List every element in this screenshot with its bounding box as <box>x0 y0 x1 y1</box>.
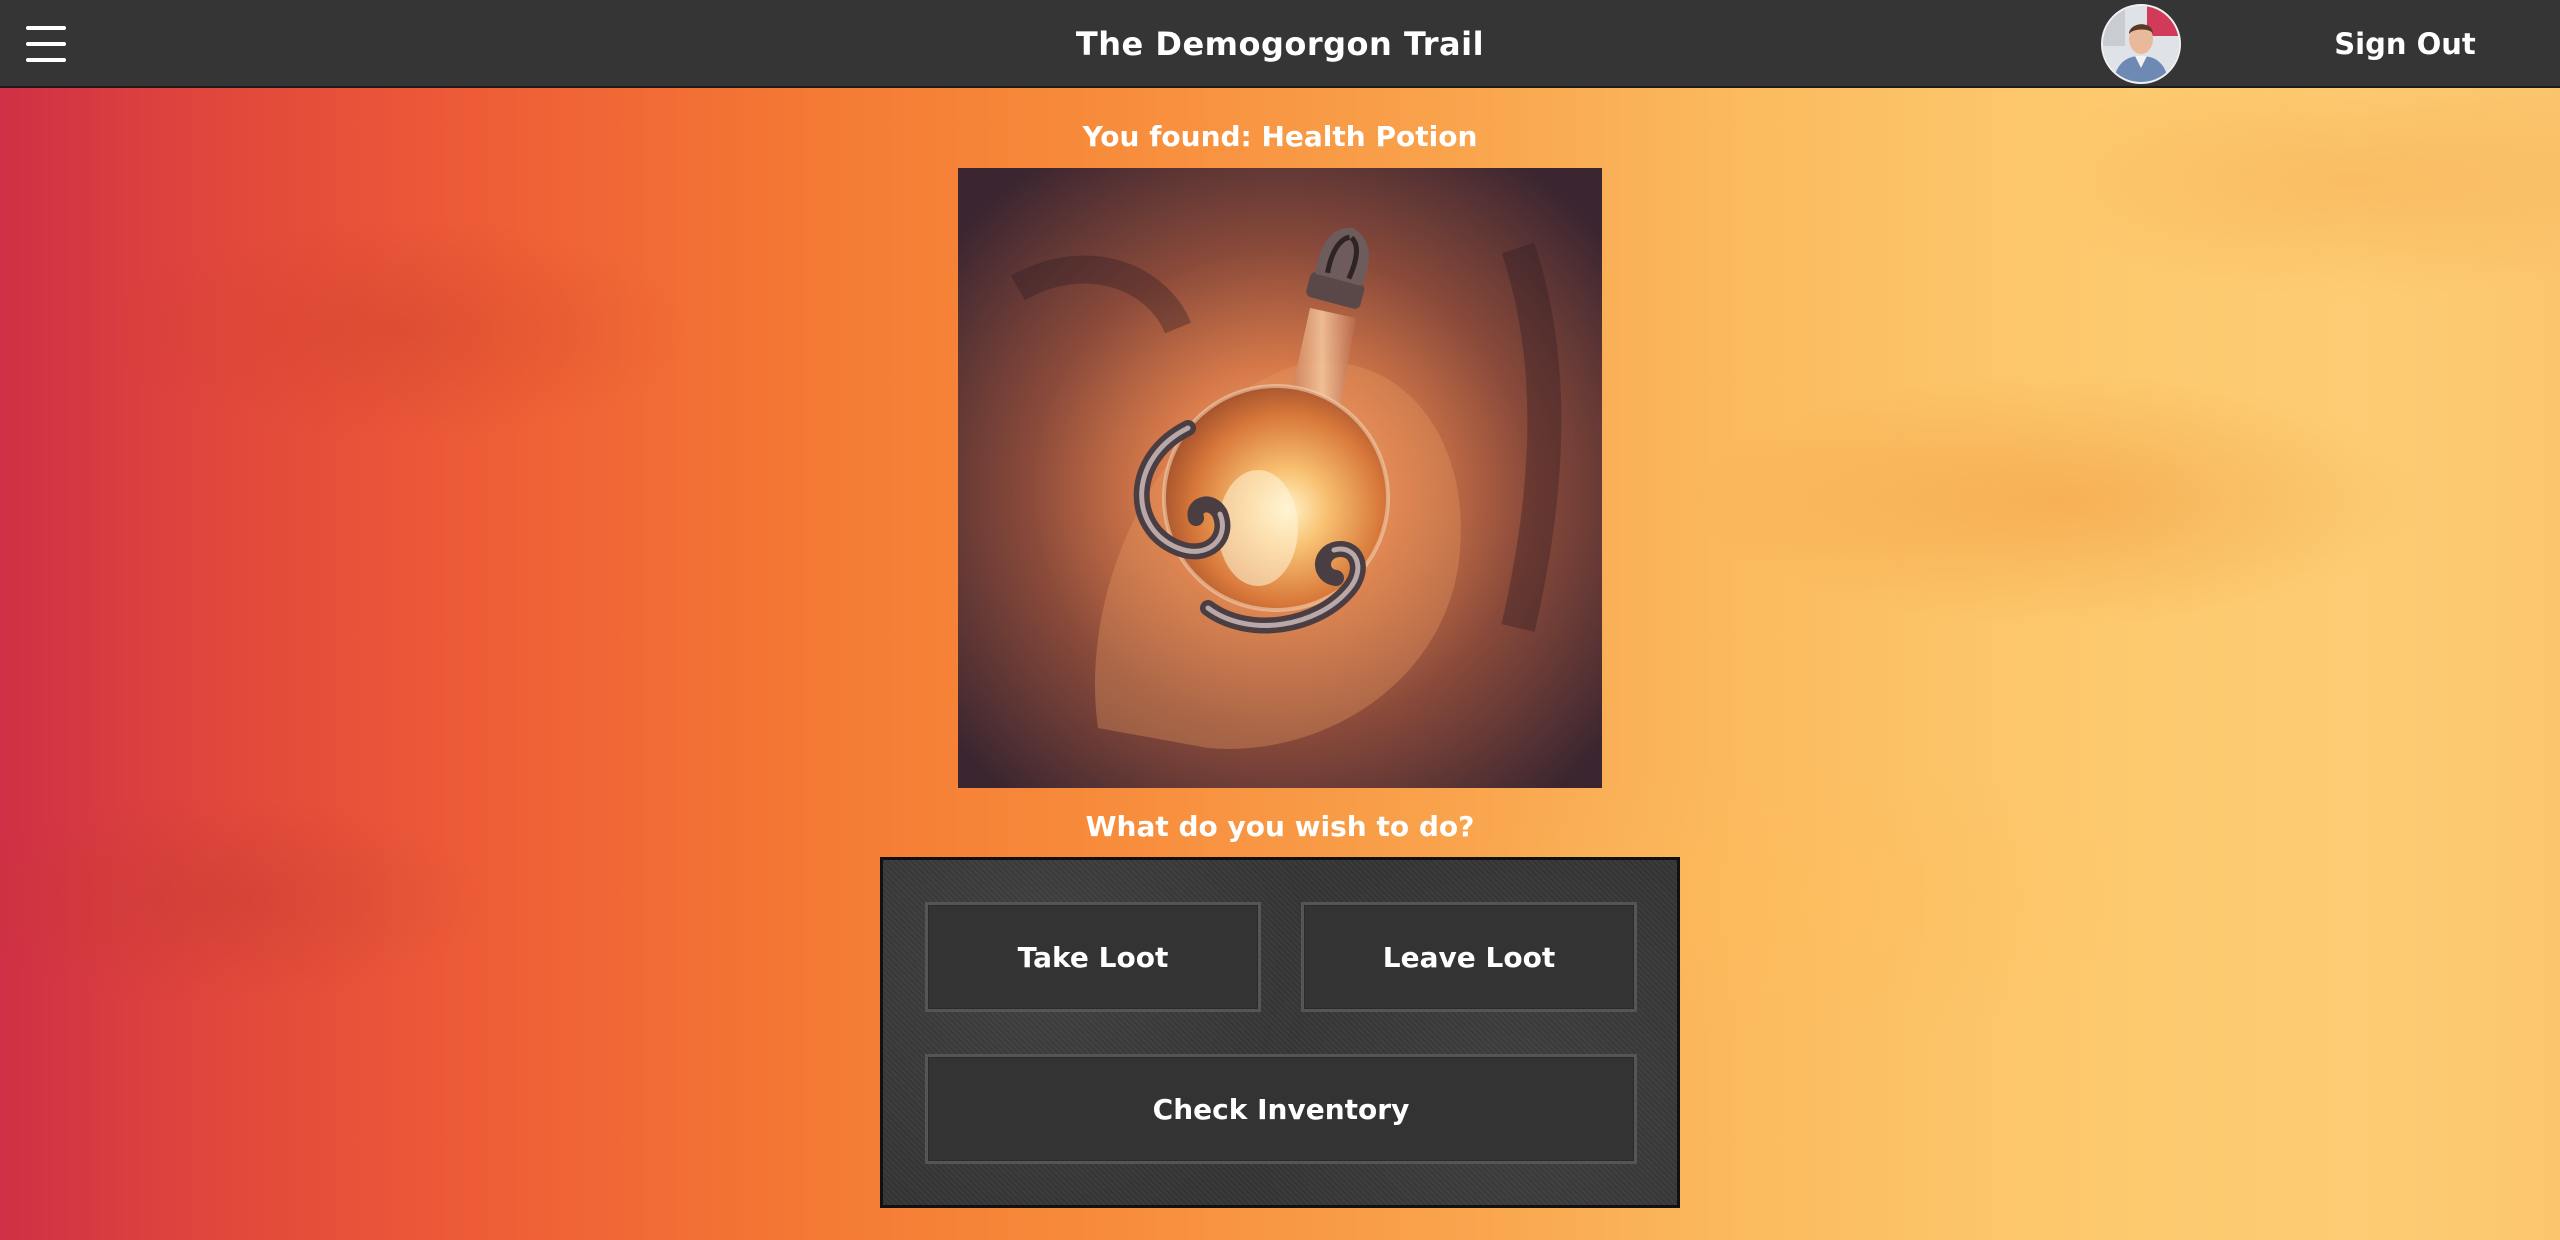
top-navbar: The Demogorgon Trail Sign Out <box>0 0 2560 88</box>
health-potion-image <box>958 168 1602 788</box>
found-item-heading: You found: Health Potion <box>1082 120 1478 153</box>
action-panel: Take Loot Leave Loot Check Inventory <box>880 857 1680 1208</box>
action-prompt: What do you wish to do? <box>1085 810 1475 843</box>
sign-out-button[interactable]: Sign Out <box>2330 0 2480 88</box>
user-avatar[interactable] <box>2101 4 2181 84</box>
check-inventory-button[interactable]: Check Inventory <box>925 1054 1637 1164</box>
take-loot-button[interactable]: Take Loot <box>925 902 1261 1012</box>
leave-loot-button[interactable]: Leave Loot <box>1301 902 1637 1012</box>
